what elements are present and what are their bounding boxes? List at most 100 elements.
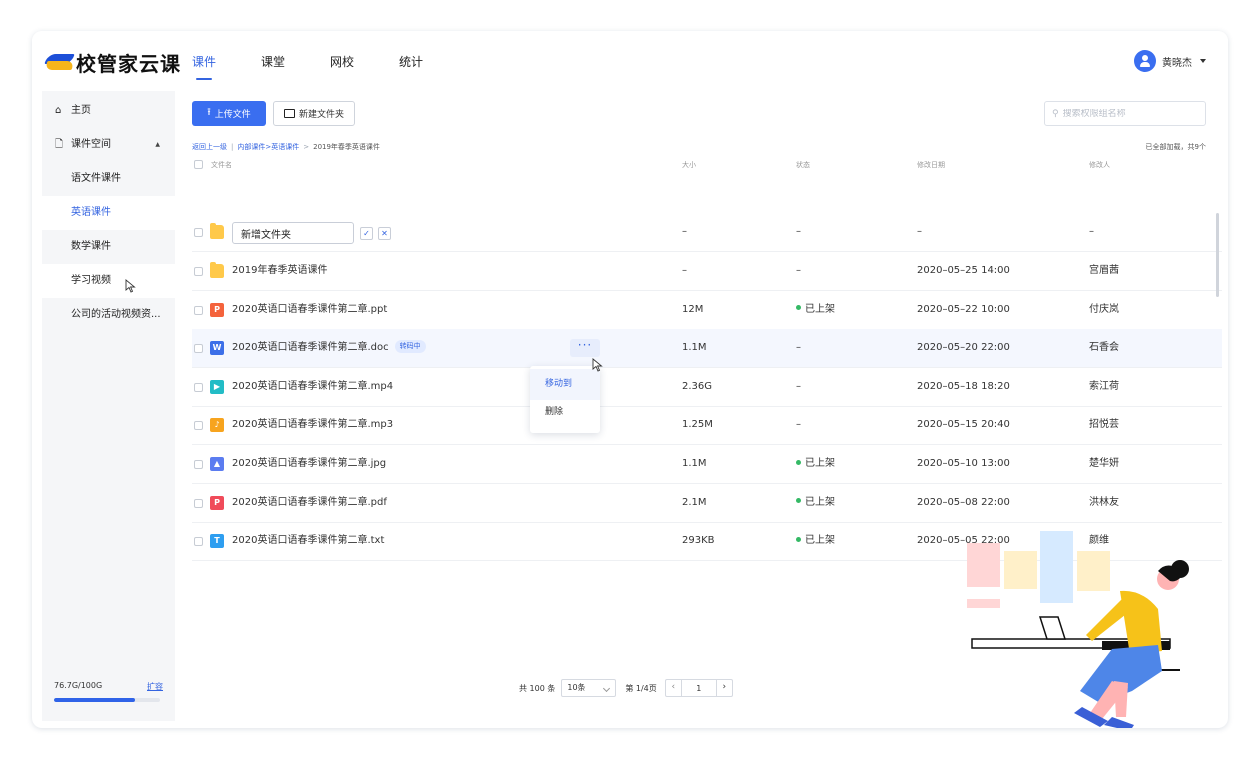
search-icon: ⚲ <box>1052 108 1059 119</box>
row-checkbox[interactable] <box>194 537 203 547</box>
sidebar-item-space[interactable]: 🗋 课件空间 ▲ <box>42 128 175 162</box>
cell-file-name[interactable]: 2020英语口语春季课件第二章.jpg <box>232 445 386 483</box>
sidebar-item-chinese[interactable]: 语文件课件 <box>42 162 175 196</box>
cell-file-name[interactable]: 2020英语口语春季课件第二章.mp3 <box>232 406 393 444</box>
cell-date: 2020–05–15 20:40 <box>917 419 1010 431</box>
cell-user: 楚华妍 <box>1089 458 1119 469</box>
upload-button[interactable]: ⭱ 上传文件 <box>192 101 266 126</box>
search-input[interactable] <box>1062 108 1193 119</box>
table-row[interactable]: W 2020英语口语春季课件第二章.doc 转码中 ··· 1.1M – 2020–05–2… <box>192 329 1222 369</box>
cell-user: 宫眉茜 <box>1089 265 1119 276</box>
row-checkbox[interactable] <box>194 498 203 508</box>
cell-date: 2020–05–22 10:00 <box>917 303 1010 315</box>
tab-courseware[interactable]: 课件 <box>192 31 216 91</box>
text-file-icon: T <box>210 534 224 549</box>
status-text: – <box>796 380 801 392</box>
mouse-cursor-icon <box>125 279 136 293</box>
cell-file-name[interactable]: 2020英语口语春季课件第二章.doc 转码中 <box>232 329 426 367</box>
new-folder-row: ✓ ✕ – – – – <box>192 213 1222 252</box>
cell-date: 2020–05–20 22:00 <box>917 342 1010 354</box>
cell-size: 2.1M <box>682 496 707 508</box>
cell-file-name[interactable]: 2020英语口语春季课件第二章.pdf <box>232 484 387 522</box>
audio-file-icon: ♪ <box>210 418 224 433</box>
storage-panel: 76.7G/100G 扩容 <box>42 673 175 721</box>
column-header-date: 修改日期 <box>917 161 945 169</box>
confirm-check-icon[interactable]: ✓ <box>360 227 373 240</box>
row-checkbox[interactable] <box>194 344 203 354</box>
cell-file-name[interactable]: 2020英语口语春季课件第二章.mp4 <box>232 368 393 406</box>
app-window: 校管家云课 课件 课堂 网校 统计 黄晓杰 ⌂ 主页 🗋 课件空间 ▲ 语文件课件 … <box>32 31 1228 728</box>
sidebar-item-english[interactable]: 英语课件 <box>42 196 175 230</box>
cell-user: 付庆岚 <box>1089 303 1119 315</box>
next-page-icon[interactable]: › <box>715 680 732 696</box>
prev-page-icon[interactable]: ‹ <box>666 680 682 696</box>
table-row[interactable]: P 2020英语口语春季课件第二章.pdf 2.1M 已上架 2020–05–08 22… <box>192 484 1222 523</box>
more-actions-icon[interactable]: ··· <box>570 339 600 358</box>
table-row[interactable]: ♪ 2020英语口语春季课件第二章.mp3 1.25M – 2020–05–15 20:… <box>192 406 1222 446</box>
menu-item-delete[interactable]: 删除 <box>530 397 600 428</box>
sidebar-item-study-video[interactable]: 学习视频 <box>42 264 175 298</box>
table-row[interactable]: ▶ 2020英语口语春季课件第二章.mp4 2.36G – 2020–05–18 18:… <box>192 368 1222 407</box>
avatar <box>1134 50 1156 72</box>
cell-file-name[interactable]: 2020英语口语春季课件第二章.ppt <box>232 291 387 329</box>
tab-classroom[interactable]: 课堂 <box>261 31 285 91</box>
row-checkbox[interactable] <box>194 460 203 469</box>
cell-size: 293KB <box>682 535 715 547</box>
table-row[interactable]: 2019年春季英语课件 – – 2020–05–25 14:00 宫眉茜 <box>192 252 1222 291</box>
file-name-text: 2020英语口语春季课件第二章.jpg <box>232 458 387 469</box>
cell-user: – <box>1089 226 1094 237</box>
status-text: – <box>796 342 801 354</box>
table-row[interactable]: ▲ 2020英语口语春季课件第二章.jpg 1.1M 已上架 2020–05–10 13… <box>192 445 1222 484</box>
status-text: 已上架 <box>805 535 835 547</box>
row-checkbox[interactable] <box>194 421 203 431</box>
row-checkbox[interactable] <box>194 305 203 315</box>
expand-storage-link[interactable]: 扩容 <box>147 681 163 692</box>
row-checkbox[interactable] <box>194 382 203 392</box>
caret-down-icon <box>1200 59 1206 63</box>
logo-mark-icon <box>44 54 75 70</box>
cell-file-name[interactable]: 2020英语口语春季课件第二章.txt <box>232 522 384 560</box>
storage-progress-bar <box>54 698 160 702</box>
menu-item-move-to[interactable]: 移动到 <box>530 369 600 400</box>
row-checkbox[interactable] <box>194 267 203 276</box>
file-name-text: 2020英语口语春季课件第二章.doc <box>232 342 389 354</box>
sidebar-item-home[interactable]: ⌂ 主页 <box>42 94 175 128</box>
scrollbar[interactable] <box>1216 213 1219 297</box>
status-text: 已上架 <box>805 303 835 315</box>
cell-size: 2.36G <box>682 380 713 392</box>
cell-date: – <box>917 226 922 237</box>
tab-online-school[interactable]: 网校 <box>330 31 354 91</box>
current-page-number[interactable]: 1 <box>682 684 716 693</box>
select-all-checkbox[interactable] <box>194 160 203 169</box>
sidebar-item-company-video[interactable]: 公司的活动视频资... <box>42 298 175 332</box>
column-header-user: 修改人 <box>1089 161 1110 169</box>
sidebar-item-label: 主页 <box>71 105 91 116</box>
user-menu[interactable]: 黄晓杰 <box>1134 50 1206 72</box>
cell-size: – <box>682 226 687 237</box>
upload-icon: ⭱ <box>207 107 211 118</box>
table-row[interactable]: P 2020英语口语春季课件第二章.ppt 12M 已上架 2020–05–22 10:… <box>192 291 1222 330</box>
storage-usage-text: 76.7G/100G <box>54 681 103 690</box>
video-file-icon: ▶ <box>210 379 224 394</box>
breadcrumb-path-link[interactable]: 内部课件>英语课件 <box>237 143 299 151</box>
sidebar: ⌂ 主页 🗋 课件空间 ▲ 语文件课件 英语课件 数学课件 学习视频 公司的活动视频… <box>42 91 175 721</box>
new-folder-name-input[interactable] <box>232 222 354 244</box>
cell-size: 1.1M <box>682 342 707 354</box>
status-text: 已上架 <box>805 496 835 508</box>
page-size-select[interactable]: 10条 <box>561 679 617 697</box>
cell-status: 已上架 <box>796 484 835 522</box>
woman-with-laptop-illustration <box>967 531 1189 728</box>
sidebar-item-math[interactable]: 数学课件 <box>42 230 175 264</box>
cancel-close-icon[interactable]: ✕ <box>378 227 391 240</box>
search-box[interactable]: ⚲ <box>1044 101 1206 126</box>
cell-file-name[interactable]: 2019年春季英语课件 <box>232 252 327 290</box>
tab-statistics[interactable]: 统计 <box>399 31 423 91</box>
cell-user: 洪林友 <box>1089 496 1119 508</box>
breadcrumb-back-link[interactable]: 返回上一级 <box>192 143 227 151</box>
row-checkbox[interactable] <box>194 228 203 237</box>
cell-size: – <box>682 265 687 276</box>
new-folder-button[interactable]: 新建文件夹 <box>273 101 355 126</box>
top-nav: 课件 课堂 网校 统计 <box>192 31 468 91</box>
cell-status: – <box>796 368 801 406</box>
status-dot-icon <box>796 459 801 465</box>
